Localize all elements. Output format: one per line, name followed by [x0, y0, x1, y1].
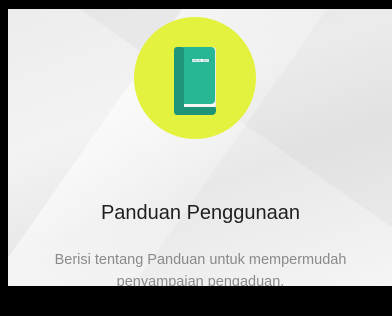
book-label-text: MANUAL BOOK [190, 59, 213, 63]
card-title: Panduan Penggunaan [100, 202, 301, 224]
description-line: Berisi tentang Panduan untuk mempermudah [54, 252, 347, 268]
icon-circle: MANUAL BOOK [134, 17, 256, 139]
manual-book-icon: MANUAL BOOK [174, 47, 216, 115]
guide-card[interactable]: MANUAL BOOK Panduan Penggunaan Berisi te… [8, 9, 392, 286]
description-line: penyampaian pengaduan. [116, 274, 285, 286]
card-description: Berisi tentang Panduan untuk mempermudah… [8, 249, 392, 286]
